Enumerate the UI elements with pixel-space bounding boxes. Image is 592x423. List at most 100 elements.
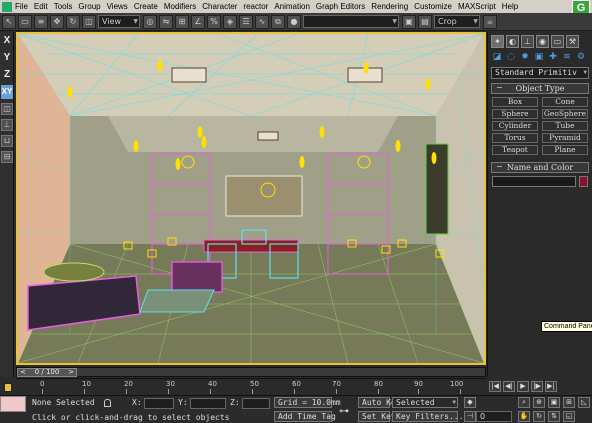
utilities-tab-icon[interactable]: ⚒	[566, 35, 579, 48]
zoom-extents-icon[interactable]: ▣	[548, 397, 560, 408]
axis-y-button[interactable]: Y	[1, 51, 13, 65]
z-coord-field[interactable]	[242, 398, 270, 409]
menu-modifiers[interactable]: Modifiers	[164, 2, 196, 11]
geometry-icon[interactable]: ◪	[491, 51, 503, 63]
space-warps-icon[interactable]: ≋	[561, 51, 573, 63]
sphere-button[interactable]: Sphere	[492, 109, 538, 119]
app-icon[interactable]	[2, 1, 12, 12]
render-setup-icon[interactable]: ▣	[402, 14, 416, 29]
menu-edit[interactable]: Edit	[34, 2, 48, 11]
set-key-button[interactable]: Set Key	[358, 411, 396, 422]
select-move-icon[interactable]: ✥	[50, 14, 64, 29]
zoom-all-icon[interactable]: ⊕	[533, 397, 545, 408]
angle-snap-icon[interactable]: %	[207, 14, 221, 29]
named-selection-dropdown[interactable]	[303, 15, 399, 28]
zoom-icon[interactable]: ⌕	[518, 397, 530, 408]
key-mode-toggle-icon[interactable]: ⊣	[464, 411, 476, 422]
geosphere-button[interactable]: GeoSphere	[542, 109, 588, 119]
select-by-name-icon[interactable]: ≡	[34, 14, 48, 29]
hierarchy-tab-icon[interactable]: ⊥	[521, 35, 534, 48]
y-coord-field[interactable]	[190, 398, 226, 409]
torus-button[interactable]: Torus	[492, 133, 538, 143]
maxscript-listener-swatch[interactable]	[0, 396, 26, 412]
x-coord-field[interactable]	[144, 398, 174, 409]
shapes-icon[interactable]: ◌	[505, 51, 517, 63]
primitive-category-dropdown[interactable]: Standard Primitiv	[491, 67, 589, 79]
menu-group[interactable]: Group	[78, 2, 100, 11]
quick-render-icon[interactable]: ☕	[483, 14, 497, 29]
box-button[interactable]: Box	[492, 97, 538, 107]
menu-animation[interactable]: Animation	[274, 2, 310, 11]
teapot-button[interactable]: Teapot	[492, 145, 538, 155]
mini-curve-editor-icon[interactable]	[4, 383, 12, 392]
lock-icon[interactable]: ⊔	[1, 135, 13, 147]
add-time-tag-button[interactable]: Add Time Tag	[274, 411, 336, 422]
render-frame-icon[interactable]: ▤	[418, 14, 432, 29]
pyramid-button[interactable]: Pyramid	[542, 133, 588, 143]
axis-xy-button[interactable]: XY	[1, 85, 13, 99]
material-editor-icon[interactable]: ●	[287, 14, 301, 29]
cone-button[interactable]: Cone	[542, 97, 588, 107]
snap-toggle-icon[interactable]: ◫	[1, 103, 13, 115]
time-slider[interactable]: 0 / 100	[16, 367, 486, 377]
perspective-viewport[interactable]	[16, 32, 486, 365]
menu-reactor[interactable]: reactor	[243, 2, 268, 11]
display-tab-icon[interactable]: ▭	[551, 35, 564, 48]
menu-graph-editors[interactable]: Graph Editors	[316, 2, 365, 11]
trajectory-icon[interactable]: ⊥	[1, 119, 13, 131]
grid-icon[interactable]: ⊟	[1, 151, 13, 163]
cylinder-button[interactable]: Cylinder	[492, 121, 538, 131]
name-and-color-header[interactable]: Name and Color	[491, 162, 589, 173]
maximize-viewport-icon[interactable]: ◱	[563, 411, 575, 422]
select-region-icon[interactable]: ▭	[18, 14, 32, 29]
select-arrow-icon[interactable]: ↖	[2, 14, 16, 29]
orbit-icon[interactable]: ↻	[533, 411, 545, 422]
align-icon[interactable]: ⊞	[175, 14, 189, 29]
menu-help[interactable]: Help	[502, 2, 518, 11]
reference-coord-dropdown[interactable]: View	[98, 15, 140, 28]
play-icon[interactable]: ▶	[517, 381, 529, 392]
systems-icon[interactable]: ⚙	[575, 51, 587, 63]
key-filters-button[interactable]: Key Filters...	[392, 411, 463, 422]
menu-tools[interactable]: Tools	[54, 2, 73, 11]
zoom-extents-all-icon[interactable]: ⊞	[563, 397, 575, 408]
tube-button[interactable]: Tube	[542, 121, 588, 131]
next-frame-icon[interactable]: |▶	[531, 381, 543, 392]
cameras-icon[interactable]: ▣	[533, 51, 545, 63]
curve-editor-icon[interactable]: ∿	[255, 14, 269, 29]
key-mode-dropdown[interactable]: Selected	[392, 397, 458, 408]
walkthrough-icon[interactable]: ⇅	[548, 411, 560, 422]
modify-tab-icon[interactable]: ◐	[506, 35, 519, 48]
track-bar[interactable]: 0 10 20 30 40 50 60 70 80 90 100	[16, 378, 486, 394]
set-key-icon[interactable]: ◆	[464, 397, 476, 408]
schematic-icon[interactable]: ⧉	[271, 14, 285, 29]
time-slider-thumb[interactable]: 0 / 100	[17, 368, 77, 377]
current-frame-field[interactable]: 0	[476, 411, 512, 422]
motion-tab-icon[interactable]: ◉	[536, 35, 549, 48]
menu-customize[interactable]: Customize	[414, 2, 452, 11]
pan-icon[interactable]: ✋	[518, 411, 530, 422]
menu-character[interactable]: Character	[202, 2, 237, 11]
mirror-icon[interactable]: ⇋	[159, 14, 173, 29]
object-type-header[interactable]: Object Type	[491, 83, 589, 94]
menu-rendering[interactable]: Rendering	[371, 2, 408, 11]
select-rotate-icon[interactable]: ↻	[66, 14, 80, 29]
pivot-icon[interactable]: ◎	[143, 14, 157, 29]
menu-maxscript[interactable]: MAXScript	[458, 2, 496, 11]
create-tab-icon[interactable]: ✦	[491, 35, 504, 48]
object-name-input[interactable]	[492, 176, 576, 187]
axis-z-button[interactable]: Z	[1, 68, 13, 82]
render-type-dropdown[interactable]: Crop	[434, 15, 480, 28]
helpers-icon[interactable]: ✚	[547, 51, 559, 63]
previous-frame-icon[interactable]: ◀|	[503, 381, 515, 392]
fov-icon[interactable]: ◺	[578, 397, 590, 408]
go-to-end-icon[interactable]: ▶|	[545, 381, 557, 392]
lights-icon[interactable]: ✹	[519, 51, 531, 63]
menu-file[interactable]: File	[15, 2, 28, 11]
layer-icon[interactable]: ☰	[239, 14, 253, 29]
spinner-snap-icon[interactable]: ◈	[223, 14, 237, 29]
menu-create[interactable]: Create	[134, 2, 158, 11]
go-to-start-icon[interactable]: |◀	[489, 381, 501, 392]
menu-views[interactable]: Views	[107, 2, 128, 11]
object-color-swatch[interactable]	[579, 176, 588, 187]
